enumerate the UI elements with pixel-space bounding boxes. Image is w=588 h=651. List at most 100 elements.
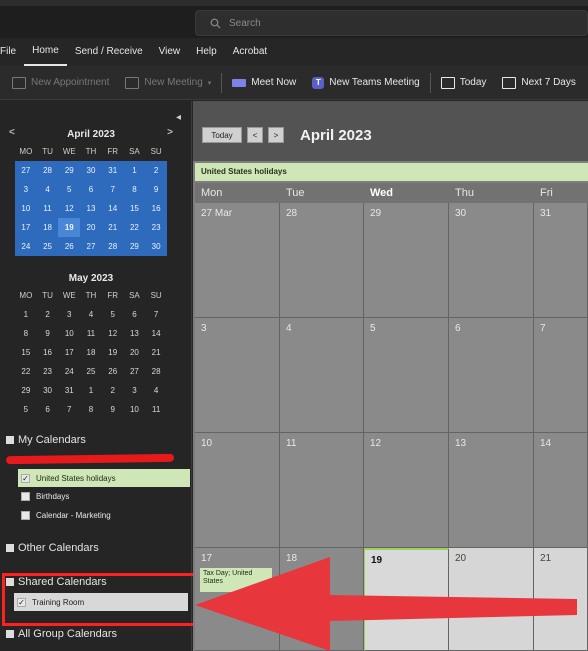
checkbox-icon[interactable]: [21, 491, 30, 501]
mini-calendar-day[interactable]: 29: [123, 237, 146, 256]
mini-calendar-day[interactable]: 8: [15, 324, 37, 343]
mini-calendar-day[interactable]: 6: [124, 305, 146, 324]
mini-calendar-day[interactable]: 17: [58, 343, 80, 362]
folder-toggle-icon[interactable]: [6, 630, 14, 638]
mini-calendar-day[interactable]: 18: [80, 343, 102, 362]
mini-calendar-day[interactable]: 12: [58, 199, 81, 218]
mini-calendar-day[interactable]: 18: [36, 218, 59, 237]
mini-calendar-day[interactable]: 6: [80, 180, 102, 199]
mini-calendar-day[interactable]: 13: [80, 199, 102, 218]
next-month-icon[interactable]: >: [167, 127, 173, 138]
mini-calendar-day[interactable]: 11: [80, 324, 102, 343]
mini-calendar-day[interactable]: 21: [145, 343, 167, 362]
mini-calendar-day[interactable]: 17: [15, 218, 37, 237]
mini-calendar-day[interactable]: 13: [124, 324, 146, 343]
mini-calendar-day[interactable]: 15: [15, 343, 37, 362]
mini-calendar-day[interactable]: 6: [37, 400, 59, 419]
mini-calendar-day[interactable]: 20: [80, 218, 102, 237]
mini-calendar-day[interactable]: 31: [58, 381, 80, 400]
day-cell[interactable]: 3: [195, 318, 280, 433]
folder-other-calendars[interactable]: Other Calendars: [6, 542, 99, 554]
mini-calendar-day[interactable]: 25: [80, 362, 102, 381]
mini-calendar-day[interactable]: 30: [145, 237, 167, 256]
mini-calendar-day[interactable]: 2: [145, 161, 167, 180]
mini-calendar-day[interactable]: 4: [36, 180, 59, 199]
mini-calendar-day[interactable]: 22: [15, 362, 37, 381]
mini-calendar-day[interactable]: 29: [58, 161, 81, 180]
checkbox-icon[interactable]: [21, 510, 30, 520]
menu-file[interactable]: File: [0, 38, 24, 66]
mini-calendar-day[interactable]: 31: [101, 161, 124, 180]
mini-calendar-day[interactable]: 2: [37, 305, 59, 324]
day-cell[interactable]: 11: [280, 433, 364, 548]
mini-calendar-day[interactable]: 26: [58, 237, 81, 256]
day-cell[interactable]: 30: [449, 203, 534, 318]
day-cell[interactable]: 27 Mar: [195, 203, 280, 318]
mini-calendar-day[interactable]: 19: [102, 343, 124, 362]
mini-calendar-day[interactable]: 10: [15, 199, 37, 218]
mini-calendar-day[interactable]: 2: [102, 381, 124, 400]
menu-view[interactable]: View: [151, 38, 189, 66]
day-cell[interactable]: 31: [534, 203, 588, 318]
mini-calendar-day[interactable]: 4: [80, 305, 102, 324]
day-cell[interactable]: 12: [364, 433, 449, 548]
mini-calendar-day[interactable]: 3: [15, 180, 37, 199]
mini-calendar-day[interactable]: 8: [80, 400, 102, 419]
mini-calendar-day[interactable]: 4: [145, 381, 167, 400]
mini-calendar-day[interactable]: 27: [80, 237, 102, 256]
mini-calendar-day[interactable]: 16: [37, 343, 59, 362]
day-cell[interactable]: 13: [449, 433, 534, 548]
mini-calendar-day[interactable]: 30: [37, 381, 59, 400]
mini-calendar-day[interactable]: 25: [36, 237, 59, 256]
mini-calendar-day[interactable]: 10: [124, 400, 146, 419]
mini-calendar-day[interactable]: 22: [123, 218, 146, 237]
new-teams-meeting-button[interactable]: T New Teams Meeting: [304, 66, 427, 100]
day-cell[interactable]: 10: [195, 433, 280, 548]
day-cell[interactable]: 14: [534, 433, 588, 548]
menu-home[interactable]: Home: [24, 38, 67, 66]
mini-calendar-day[interactable]: 23: [37, 362, 59, 381]
chevron-down-icon[interactable]: ▾: [208, 79, 212, 87]
folder-all-group-calendars[interactable]: All Group Calendars: [6, 628, 117, 640]
mini-calendar-day[interactable]: 11: [36, 199, 59, 218]
day-cell[interactable]: 5: [364, 318, 449, 433]
mini-calendar-day[interactable]: 21: [101, 218, 124, 237]
mini-calendar-day[interactable]: 7: [58, 400, 80, 419]
mini-calendar-day[interactable]: 27: [124, 362, 146, 381]
mini-calendar-day[interactable]: 3: [58, 305, 80, 324]
mini-calendar-day[interactable]: 24: [15, 237, 37, 256]
menu-help[interactable]: Help: [188, 38, 225, 66]
mini-calendar-day[interactable]: 23: [145, 218, 167, 237]
prev-month-button[interactable]: <: [247, 127, 263, 143]
mini-calendar-day[interactable]: 9: [102, 400, 124, 419]
mini-calendar-day[interactable]: 7: [145, 305, 167, 324]
day-cell[interactable]: 7: [534, 318, 588, 433]
checkbox-checked-icon[interactable]: ✓: [21, 473, 30, 483]
mini-calendar-day[interactable]: 8: [123, 180, 146, 199]
collapse-pane-icon[interactable]: ◂: [176, 112, 181, 123]
mini-calendar-day[interactable]: 5: [102, 305, 124, 324]
mini-calendar-day[interactable]: 7: [101, 180, 124, 199]
mini-calendar-day[interactable]: 1: [123, 161, 146, 180]
next-7-days-button[interactable]: Next 7 Days: [494, 66, 583, 100]
mini-calendar-day[interactable]: 3: [124, 381, 146, 400]
mini-calendar-day[interactable]: 28: [101, 237, 124, 256]
mini-calendar-day[interactable]: 1: [15, 305, 37, 324]
day-cell[interactable]: 28: [280, 203, 364, 318]
mini-calendar-day[interactable]: 11: [145, 400, 167, 419]
mini-calendar-day[interactable]: 24: [58, 362, 80, 381]
menu-acrobat[interactable]: Acrobat: [225, 38, 275, 66]
mini-calendar-day[interactable]: 1: [80, 381, 102, 400]
menu-send-receive[interactable]: Send / Receive: [67, 38, 151, 66]
mini-calendar-day[interactable]: 15: [123, 199, 146, 218]
today-button[interactable]: Today: [202, 127, 242, 143]
calendar-marketing[interactable]: Calendar - Marketing: [18, 506, 190, 524]
new-appointment-button[interactable]: New Appointment: [4, 66, 117, 100]
mini-calendar-day[interactable]: 28: [36, 161, 59, 180]
meet-now-button[interactable]: Meet Now: [224, 66, 304, 100]
day-cell[interactable]: 6: [449, 318, 534, 433]
mini-calendar-day[interactable]: 28: [145, 362, 167, 381]
folder-toggle-icon[interactable]: [6, 436, 14, 444]
next-month-button[interactable]: >: [268, 127, 284, 143]
day-cell[interactable]: 29: [364, 203, 449, 318]
